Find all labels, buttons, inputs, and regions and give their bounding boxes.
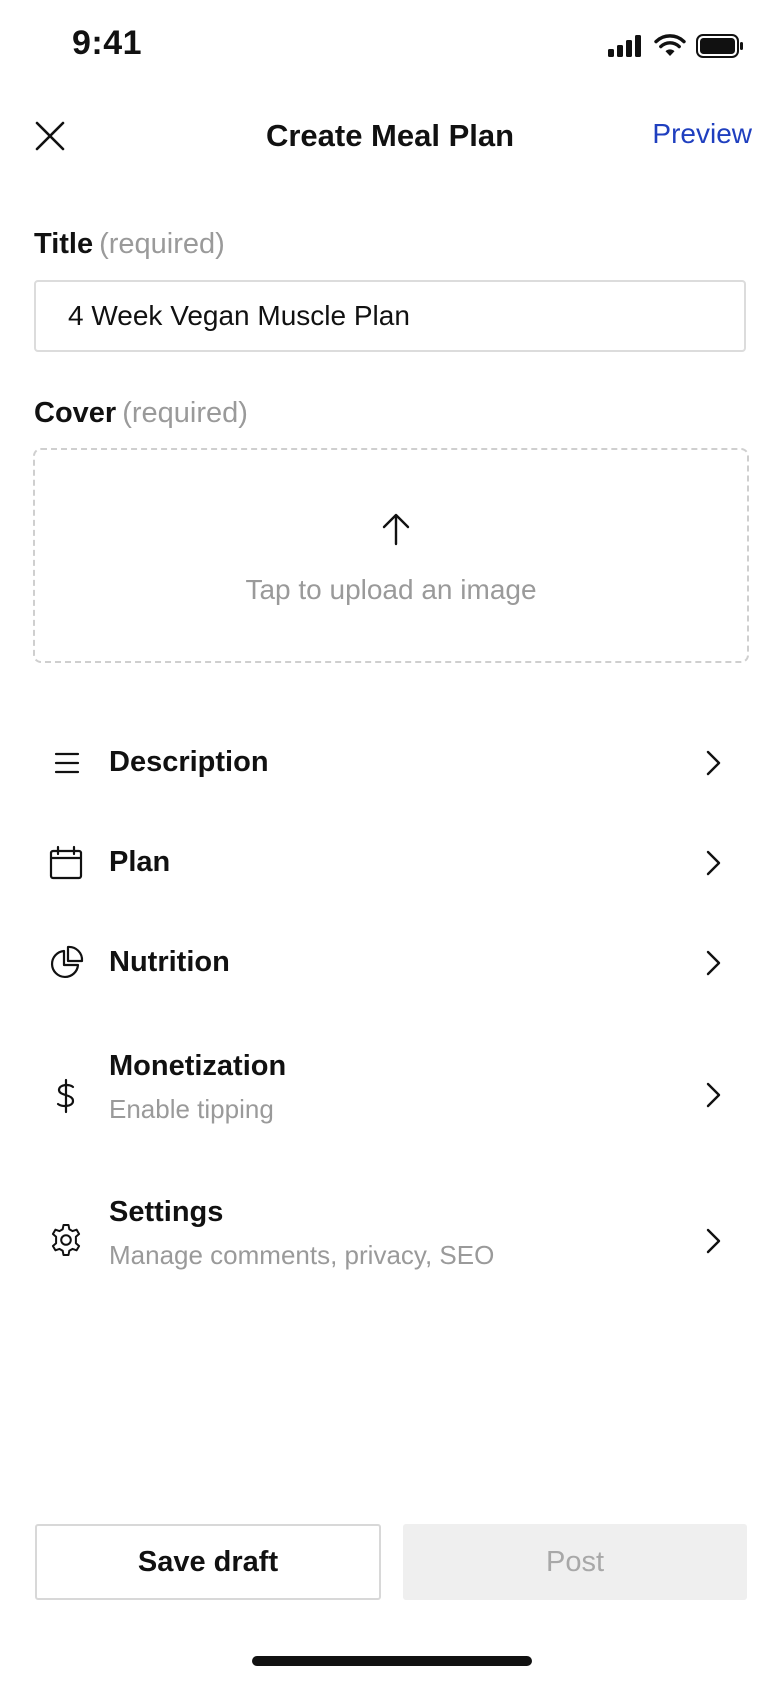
cellular-signal-icon (608, 35, 641, 57)
status-time: 9:41 (72, 24, 143, 62)
gear-icon (51, 1224, 81, 1256)
upload-arrow-icon (382, 513, 410, 546)
menu-item-description[interactable]: Description (0, 728, 780, 798)
dollar-icon (56, 1078, 75, 1114)
battery-icon (696, 34, 743, 58)
cover-required-hint: (required) (122, 397, 248, 429)
menu-item-subtitle: Manage comments, privacy, SEO (109, 1240, 495, 1270)
title-required-hint: (required) (99, 228, 225, 260)
pie-chart-icon (51, 945, 84, 978)
home-indicator (252, 1656, 532, 1666)
menu-item-title: Settings (109, 1196, 224, 1228)
align-left-icon (54, 752, 80, 774)
chevron-right-icon (706, 850, 721, 876)
menu-item-title: Plan (109, 846, 171, 878)
calendar-icon (49, 845, 83, 880)
upload-hint-text: Tap to upload an image (245, 574, 537, 605)
menu-item-title: Monetization (109, 1050, 287, 1082)
menu-item-plan[interactable]: Plan (0, 828, 780, 898)
chevron-right-icon (706, 1228, 721, 1254)
menu-item-subtitle: Enable tipping (109, 1094, 274, 1124)
cover-label-text: Cover (34, 397, 117, 429)
title-input[interactable] (34, 280, 746, 352)
wifi-icon (654, 34, 686, 56)
preview-link[interactable]: Preview (652, 118, 752, 150)
cover-label: Cover (required) (34, 397, 248, 430)
chevron-right-icon (706, 1082, 721, 1108)
title-label: Title (required) (34, 228, 225, 261)
cover-upload-area[interactable]: Tap to upload an image (33, 448, 749, 663)
nav-bar: Create Meal Plan Preview (0, 100, 780, 172)
menu-item-monetization[interactable]: Monetization Enable tipping (0, 1040, 780, 1150)
menu-item-title: Nutrition (109, 946, 230, 978)
chevron-right-icon (706, 750, 721, 776)
status-bar: 9:41 (0, 0, 780, 92)
title-label-text: Title (34, 228, 94, 260)
save-draft-button[interactable]: Save draft (35, 1524, 381, 1600)
chevron-right-icon (706, 950, 721, 976)
menu-item-settings[interactable]: Settings Manage comments, privacy, SEO (0, 1186, 780, 1296)
post-button[interactable]: Post (403, 1524, 747, 1600)
menu-item-title: Description (109, 746, 269, 778)
status-icons (608, 34, 744, 58)
menu-item-nutrition[interactable]: Nutrition (0, 928, 780, 998)
